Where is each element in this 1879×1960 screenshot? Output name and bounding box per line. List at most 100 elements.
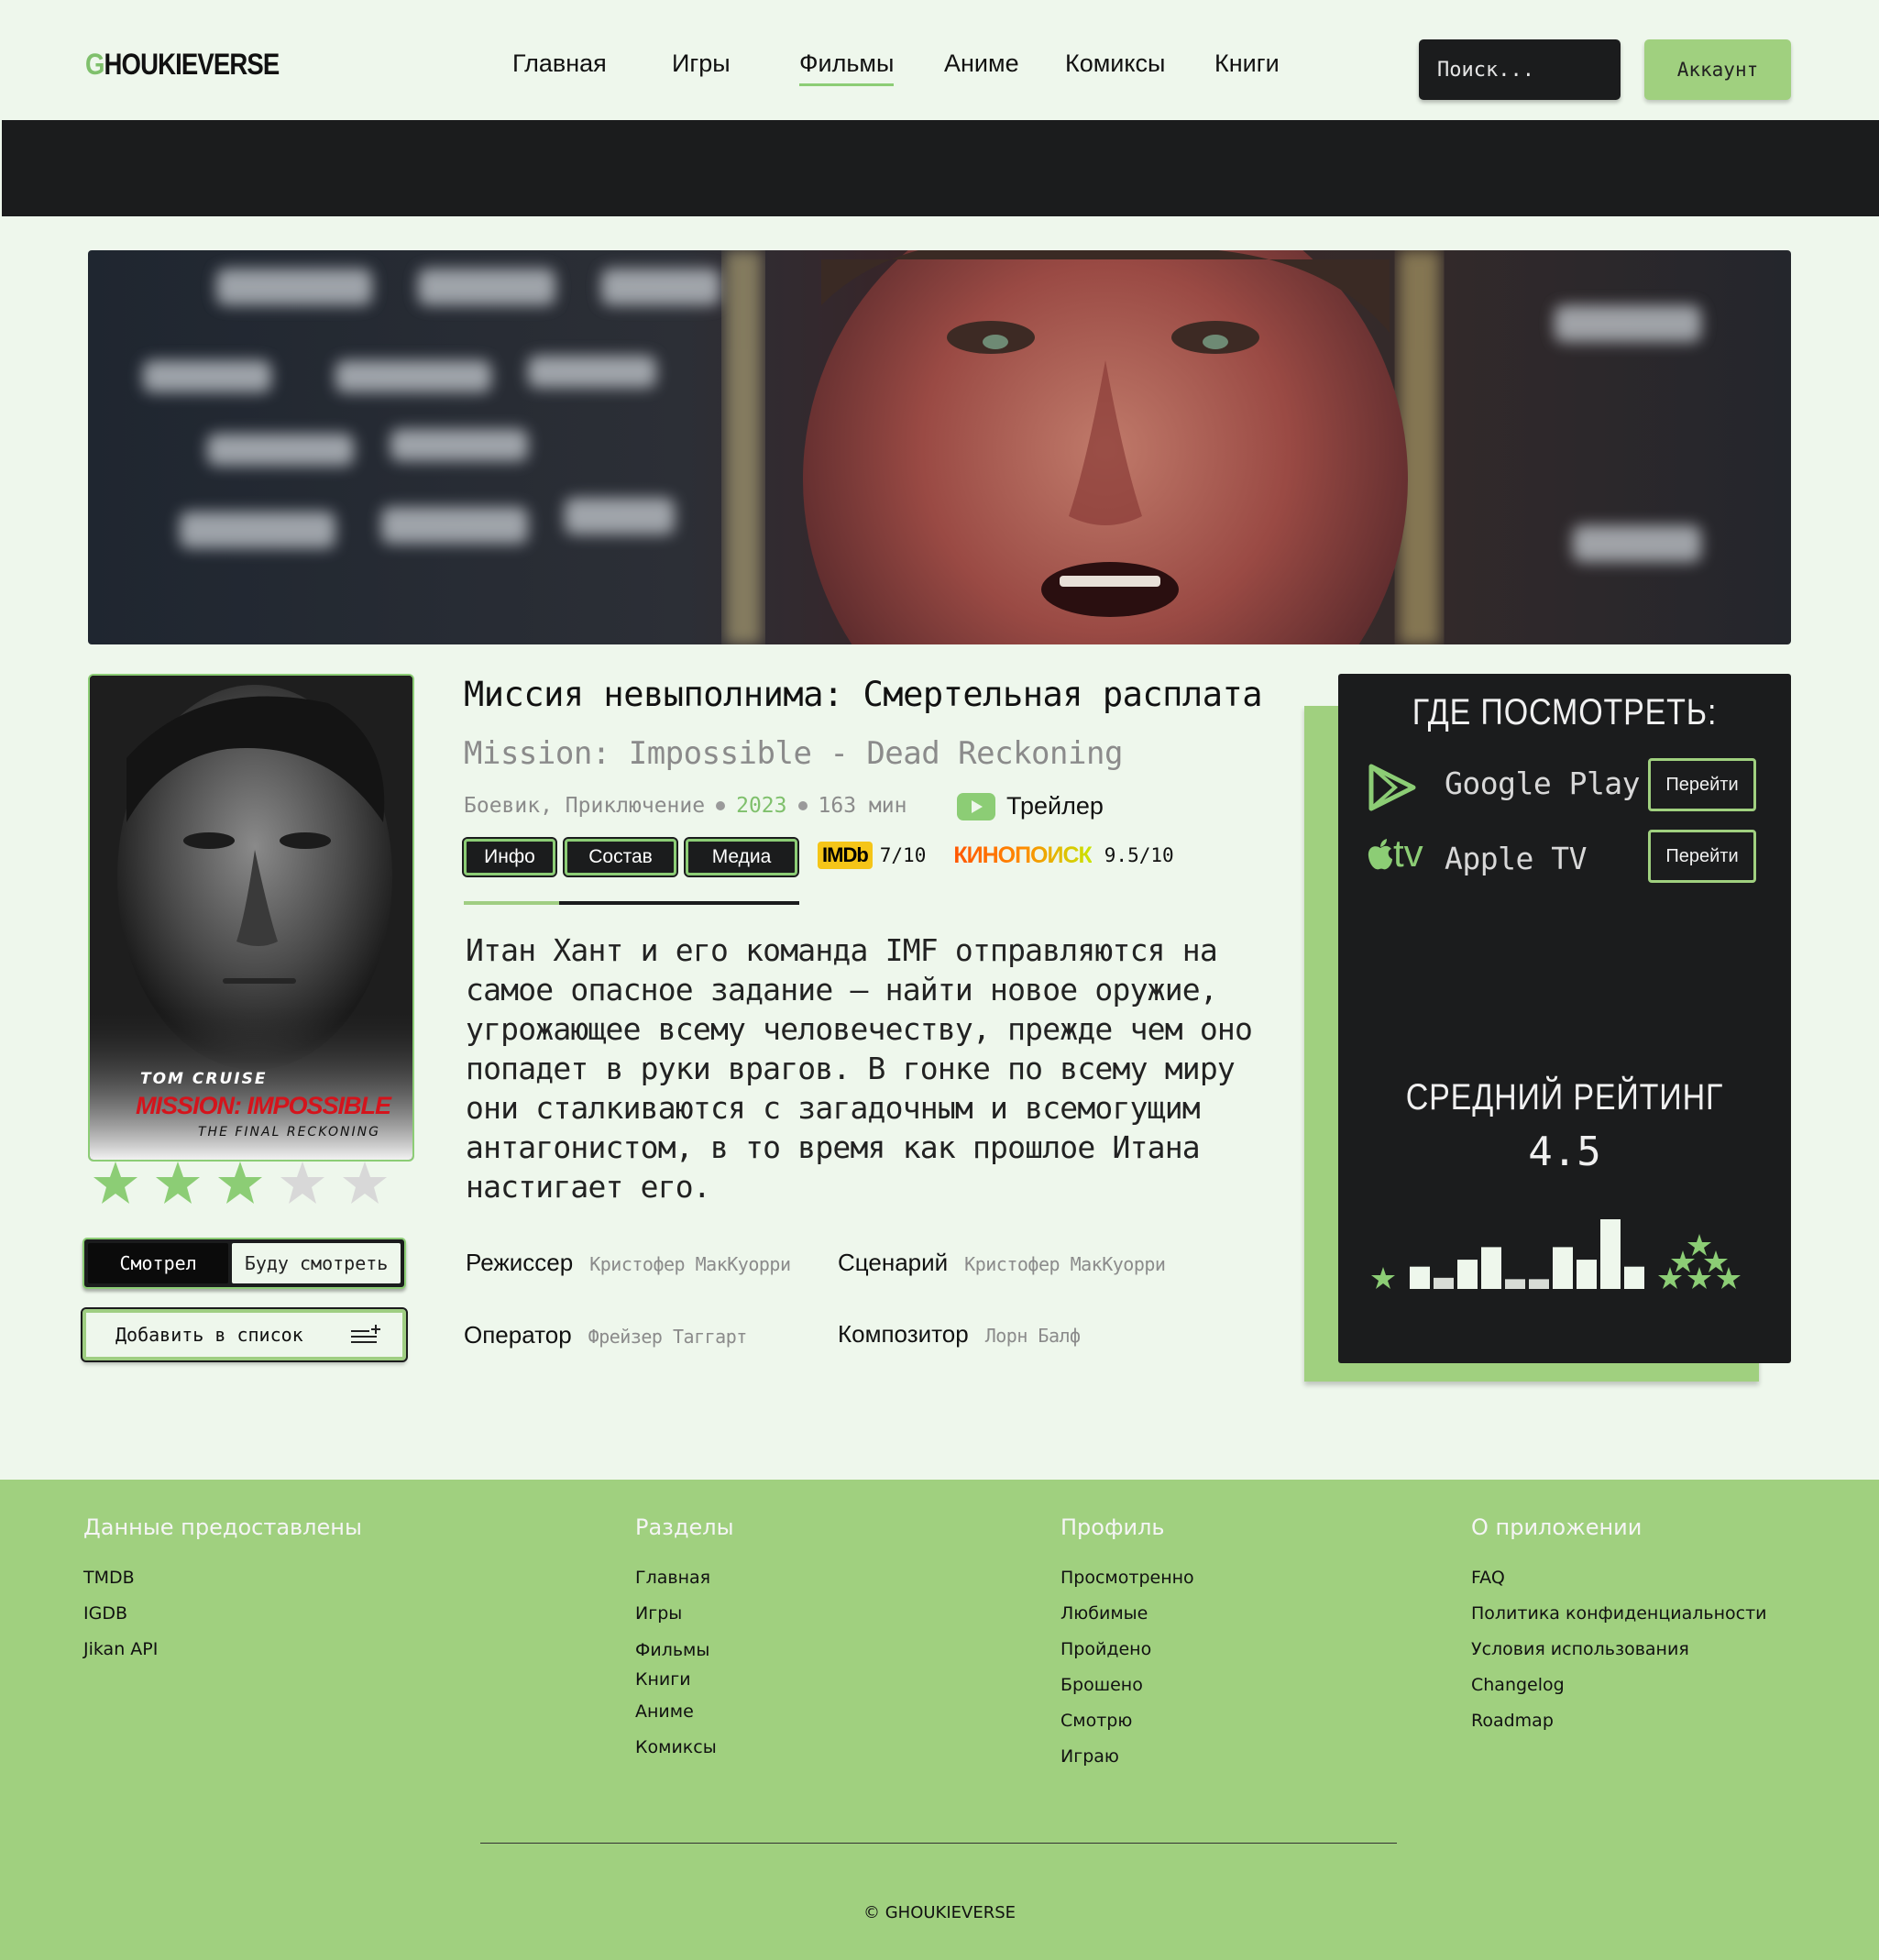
logo-rest: HOUKIEVERSE bbox=[104, 48, 280, 81]
star-filled-icon[interactable] bbox=[92, 1160, 139, 1207]
footer-column-profile: Профиль Просмотренно Любимые Пройдено Бр… bbox=[1060, 1514, 1194, 1775]
movie-original-title: Mission: Impossible - Dead Reckoning bbox=[464, 735, 1123, 772]
account-button[interactable]: Аккаунт bbox=[1644, 39, 1791, 100]
movie-poster: TOM CRUISE MISSION: IMPOSSIBLE THE FINAL… bbox=[88, 674, 414, 1162]
footer-column-title: О приложении bbox=[1471, 1514, 1643, 1540]
histogram-bar bbox=[1553, 1247, 1573, 1289]
footer-link-home[interactable]: Главная bbox=[635, 1560, 734, 1596]
goto-google-play-button[interactable]: Перейти bbox=[1648, 758, 1756, 811]
rating-histogram bbox=[1371, 1219, 1741, 1289]
histogram-bar bbox=[1457, 1260, 1478, 1289]
play-icon bbox=[957, 792, 995, 820]
footer-link-privacy[interactable]: Политика конфиденциальности bbox=[1471, 1596, 1767, 1632]
credit-label: Сценарий bbox=[838, 1249, 949, 1276]
footer-link-anime[interactable]: Аниме bbox=[635, 1694, 734, 1730]
footer-link-favorites[interactable]: Любимые bbox=[1060, 1596, 1194, 1632]
tab-media[interactable]: Медиа bbox=[684, 837, 799, 877]
footer-link-igdb[interactable]: IGDB bbox=[83, 1596, 362, 1632]
watched-option[interactable]: Смотрел bbox=[88, 1243, 229, 1283]
footer-column-title: Разделы bbox=[635, 1514, 734, 1540]
footer-column-sections: Разделы Главная Игры Фильмы Книги Аниме … bbox=[635, 1514, 734, 1766]
movie-year: 2023 bbox=[736, 794, 787, 818]
user-rating-stars bbox=[92, 1160, 389, 1207]
average-rating-value: 4.5 bbox=[1528, 1129, 1601, 1175]
histogram-bar bbox=[1600, 1219, 1621, 1289]
copyright: © GHOUKIEVERSE bbox=[863, 1903, 1016, 1922]
star-filled-icon[interactable] bbox=[154, 1160, 202, 1207]
histogram-bar bbox=[1577, 1260, 1597, 1289]
credit-value[interactable]: Кристофер МакКуорри bbox=[964, 1253, 1166, 1275]
apple-tv-logo-text: tv bbox=[1393, 831, 1423, 875]
google-play-icon bbox=[1368, 764, 1416, 811]
imdb-logo: IMDb bbox=[818, 842, 873, 869]
footer-divider bbox=[480, 1843, 1397, 1844]
movie-duration: 163 мин bbox=[818, 794, 907, 818]
footer-link-roadmap[interactable]: Roadmap bbox=[1471, 1703, 1767, 1739]
search-box bbox=[1419, 39, 1621, 100]
nav-movies[interactable]: Фильмы bbox=[799, 50, 895, 86]
footer-link-faq[interactable]: FAQ bbox=[1471, 1560, 1767, 1596]
service-google-play: Google Play Перейти bbox=[1368, 758, 1771, 813]
footer-link-watched[interactable]: Просмотренно bbox=[1060, 1560, 1194, 1596]
footer-link-jikan[interactable]: Jikan API bbox=[83, 1632, 362, 1668]
histogram-bar bbox=[1434, 1277, 1454, 1289]
footer-link-watching[interactable]: Смотрю bbox=[1060, 1703, 1194, 1739]
tab-indicator-fill bbox=[464, 901, 559, 905]
site-logo[interactable]: GHOUKIEVERSE bbox=[85, 48, 280, 82]
footer-link-games[interactable]: Игры bbox=[635, 1596, 734, 1632]
nav-books[interactable]: Книги bbox=[1214, 50, 1280, 83]
footer-link-changelog[interactable]: Changelog bbox=[1471, 1668, 1767, 1703]
footer-link-terms[interactable]: Условия использования bbox=[1471, 1632, 1767, 1668]
footer-link-playing[interactable]: Играю bbox=[1060, 1739, 1194, 1775]
kinopoisk-rating: 9.5/10 bbox=[1104, 844, 1174, 866]
movie-genres: Боевик, Приключение bbox=[464, 794, 706, 818]
add-to-list-button[interactable]: Добавить в список bbox=[81, 1307, 408, 1362]
credit-director: Режиссер Кристофер МакКуорри bbox=[466, 1249, 791, 1277]
one-star-icon bbox=[1371, 1267, 1395, 1289]
nav-anime[interactable]: Аниме bbox=[944, 50, 1019, 83]
five-stars-icon bbox=[1658, 1234, 1741, 1289]
footer-column-title: Данные предоставлены bbox=[83, 1514, 362, 1540]
footer-link-completed[interactable]: Пройдено bbox=[1060, 1632, 1194, 1668]
credit-label: Композитор bbox=[838, 1320, 969, 1348]
separator-dot bbox=[797, 801, 808, 810]
add-to-list-label: Добавить в список bbox=[115, 1324, 303, 1346]
trailer-label: Трейлер bbox=[1006, 792, 1104, 820]
credit-value[interactable]: Фрейзер Таггарт bbox=[588, 1326, 748, 1348]
movie-title: Миссия невыполнима: Смертельная расплата bbox=[464, 675, 1263, 714]
footer-link-dropped[interactable]: Брошено bbox=[1060, 1668, 1194, 1703]
service-apple-tv: tv Apple TV Перейти bbox=[1368, 830, 1771, 885]
dark-band bbox=[2, 120, 1879, 216]
nav-home[interactable]: Главная bbox=[512, 50, 607, 83]
nav-games[interactable]: Игры bbox=[672, 50, 731, 83]
star-filled-icon[interactable] bbox=[216, 1160, 264, 1207]
site-header: GHOUKIEVERSE Главная Игры Фильмы Аниме К… bbox=[0, 0, 1879, 120]
imdb-rating: 7/10 bbox=[879, 844, 927, 866]
movie-banner bbox=[88, 250, 1791, 644]
poster-subtitle: THE FINAL RECKONING bbox=[198, 1125, 380, 1140]
footer-link-movies[interactable]: Фильмы bbox=[635, 1635, 734, 1665]
credit-label: Режиссер bbox=[466, 1249, 574, 1276]
histogram-bar bbox=[1481, 1247, 1501, 1289]
will-watch-option[interactable]: Буду смотреть bbox=[232, 1243, 401, 1283]
star-empty-icon[interactable] bbox=[341, 1160, 389, 1207]
footer-link-tmdb[interactable]: TMDB bbox=[83, 1560, 362, 1596]
tab-cast[interactable]: Состав bbox=[563, 837, 678, 877]
poster-title: MISSION: IMPOSSIBLE bbox=[136, 1092, 392, 1119]
goto-apple-tv-button[interactable]: Перейти bbox=[1648, 830, 1756, 883]
nav-comics[interactable]: Комиксы bbox=[1065, 50, 1165, 83]
credit-value[interactable]: Кристофер МакКуорри bbox=[589, 1253, 791, 1275]
trailer-link[interactable]: Трейлер bbox=[957, 792, 1104, 820]
search-input[interactable] bbox=[1419, 39, 1621, 100]
credit-value[interactable]: Лорн Балф bbox=[985, 1325, 1081, 1347]
service-name: Google Play bbox=[1445, 765, 1641, 801]
footer-column-about: О приложении FAQ Политика конфиденциальн… bbox=[1471, 1514, 1767, 1739]
tab-info[interactable]: Инфо bbox=[462, 837, 557, 877]
histogram-bar bbox=[1624, 1266, 1644, 1289]
footer-link-comics[interactable]: Комиксы bbox=[635, 1730, 734, 1766]
where-to-watch-panel: ГДЕ ПОСМОТРЕТЬ: Google Play Перейти tv A… bbox=[1338, 674, 1791, 1363]
footer-link-books[interactable]: Книги bbox=[635, 1665, 734, 1694]
star-empty-icon[interactable] bbox=[279, 1160, 326, 1207]
average-rating-title: СРЕДНИЙ РЕЙТИНГ bbox=[1405, 1077, 1724, 1118]
playlist-add-icon bbox=[351, 1325, 380, 1343]
